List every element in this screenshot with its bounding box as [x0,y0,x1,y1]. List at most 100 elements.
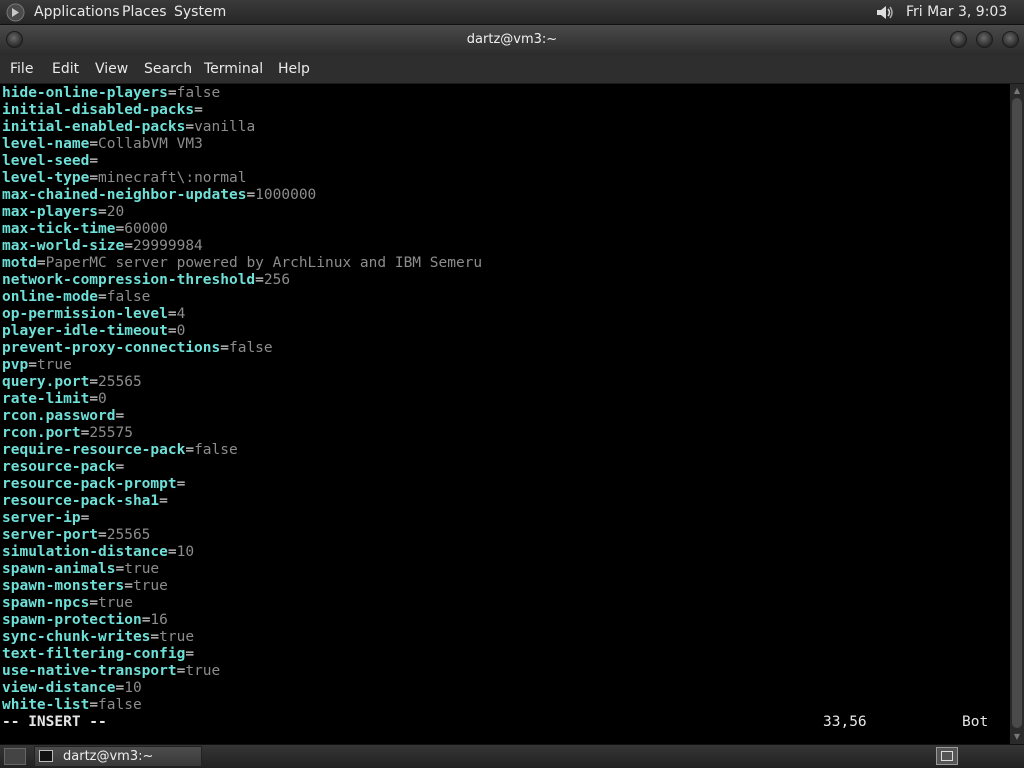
speaker-icon[interactable] [874,3,896,22]
equals-sign: = [176,476,186,492]
config-value: true [124,561,160,577]
config-value: true [36,357,72,373]
config-value: 25565 [98,374,142,390]
minimize-button[interactable] [950,31,967,48]
equals-sign: = [185,119,195,135]
config-key: spawn-protection [2,612,142,628]
config-line: server-port=25565 [2,527,482,544]
config-key: prevent-proxy-connections [2,340,221,356]
config-key: level-type [2,170,90,186]
window-menu-button[interactable] [6,31,23,48]
config-line: resource-pack-sha1= [2,493,482,510]
config-key: max-players [2,204,99,220]
config-line: white-list=false [2,697,482,714]
config-key: initial-enabled-packs [2,119,186,135]
window-titlebar[interactable]: dartz@vm3:~ [0,25,1024,55]
terminal-menubar: File Edit View Search Terminal Help [0,55,1024,84]
config-value: 10 [124,680,142,696]
config-line: max-tick-time=60000 [2,221,482,238]
config-value: 4 [176,306,186,322]
equals-sign: = [159,493,168,509]
show-desktop-button[interactable] [4,748,26,765]
equals-sign: = [98,289,107,305]
menu-help[interactable]: Help [278,55,310,84]
scrollbar-thumb[interactable] [1012,98,1022,728]
config-key: sync-chunk-writes [2,629,151,645]
config-key: server-port [2,527,99,543]
config-key: op-permission-level [2,306,168,322]
config-key: rcon.port [2,425,81,441]
top-panel: Applications Places System Fri Mar 3, 9:… [0,0,1024,45]
config-line: network-compression-threshold=256 [2,272,482,289]
config-key: network-compression-threshold [2,272,256,288]
config-key: text-filtering-config [2,646,186,662]
system-menu[interactable]: System [174,0,226,25]
config-line: resource-pack-prompt= [2,476,482,493]
scroll-down-arrow-icon[interactable]: ▼ [1012,732,1022,742]
workspace-icon [941,751,953,761]
taskbar-window-button[interactable]: dartz@vm3:~ [34,746,202,767]
equals-sign: = [89,170,99,186]
terminal-icon [39,750,53,762]
config-key: online-mode [2,289,99,305]
config-line: spawn-monsters=true [2,578,482,595]
config-key: resource-pack-sha1 [2,493,160,509]
config-line: text-filtering-config= [2,646,482,663]
config-value: false [228,340,273,356]
config-key: pvp [2,357,29,373]
config-line: motd=PaperMC server powered by ArchLinux… [2,255,482,272]
config-line: level-seed= [2,153,482,170]
config-line: spawn-animals=true [2,561,482,578]
config-value: 60000 [124,221,168,237]
bottom-panel: dartz@vm3:~ [0,744,1024,768]
config-value: 29999984 [132,238,203,254]
equals-sign: = [185,442,195,458]
config-line: pvp=true [2,357,482,374]
config-key: resource-pack-prompt [2,476,177,492]
close-button[interactable] [1002,31,1019,48]
config-value: 256 [263,272,291,288]
config-key: use-native-transport [2,663,177,679]
equals-sign: = [89,697,99,713]
config-key: spawn-animals [2,561,116,577]
equals-sign: = [115,459,125,475]
config-value: 25565 [106,527,151,543]
config-line: spawn-npcs=true [2,595,482,612]
config-line: prevent-proxy-connections=false [2,340,482,357]
config-key: max-world-size [2,238,125,254]
config-key: spawn-monsters [2,578,125,594]
config-line: spawn-protection=16 [2,612,482,629]
maximize-button[interactable] [976,31,993,48]
config-line: rate-limit=0 [2,391,482,408]
config-value: false [98,697,142,713]
config-value: false [106,289,151,305]
config-value: 16 [150,612,168,628]
equals-sign: = [167,306,177,322]
workspace-switcher[interactable] [936,747,958,765]
terminal-text-area[interactable]: hide-online-players=false initial-disable… [0,84,1010,744]
menu-edit[interactable]: Edit [52,55,79,84]
menu-file[interactable]: File [10,55,33,84]
config-value: minecraft\:normal [98,170,247,186]
equals-sign: = [89,391,99,407]
equals-sign: = [220,340,229,356]
menu-search[interactable]: Search [144,55,192,84]
config-line: query.port=25565 [2,374,482,391]
applications-menu[interactable]: Applications [34,0,120,25]
config-key: motd [2,255,37,271]
gnome-foot-icon[interactable] [6,3,25,22]
menu-view[interactable]: View [95,55,128,84]
terminal-scrollbar[interactable]: ▲ ▼ [1010,84,1024,744]
equals-sign: = [115,680,125,696]
config-line: use-native-transport=true [2,663,482,680]
config-value: 0 [98,391,107,407]
scroll-up-arrow-icon[interactable]: ▲ [1012,86,1022,96]
terminal-lines: hide-online-players=false initial-disable… [2,85,482,714]
config-key: player-idle-timeout [2,323,168,339]
config-line: rcon.password= [2,408,482,425]
places-menu[interactable]: Places [122,0,167,25]
menu-terminal[interactable]: Terminal [204,55,263,84]
equals-sign: = [124,238,133,254]
config-key: server-ip [2,510,81,526]
equals-sign: = [80,510,90,526]
